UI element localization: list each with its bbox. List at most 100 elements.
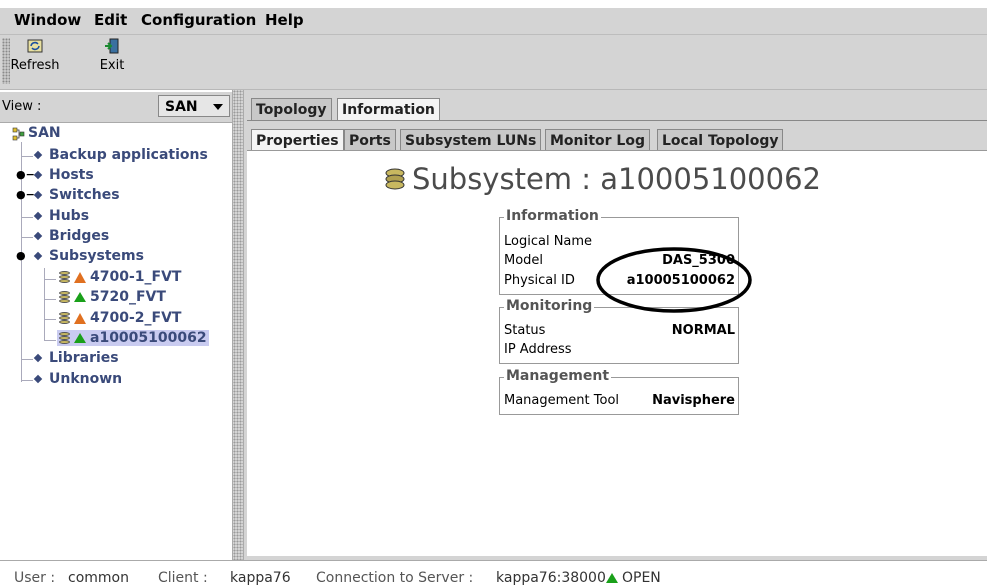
logical-name-label: Logical Name <box>504 234 593 249</box>
tree-item-backup-applications[interactable]: Backup applications <box>33 147 208 163</box>
status-bar: User : common Client : kappa76 Connectio… <box>0 560 987 588</box>
view-selector-row: View : SAN <box>0 92 232 123</box>
node-bullet-icon <box>33 374 43 383</box>
tree-item-label: Subsystems <box>49 248 144 264</box>
physical-id-label: Physical ID <box>504 273 575 288</box>
tree-connector <box>21 380 33 381</box>
tree-item-label: Switches <box>49 187 120 203</box>
management-tool-label: Management Tool <box>504 393 620 408</box>
tree-item-label: Hubs <box>49 208 90 224</box>
page-title: Subsystem : a10005100062 <box>412 162 821 196</box>
status-label: Status <box>504 323 546 338</box>
refresh-button[interactable]: Refresh <box>6 38 64 73</box>
disk-subsystem-icon <box>59 290 70 304</box>
tree-item-label: Backup applications <box>49 147 208 163</box>
tree-connector <box>21 359 33 360</box>
expand-toggle-icon[interactable]: ●− <box>16 168 35 181</box>
user-value: common <box>68 570 129 586</box>
tab-monitor-log[interactable]: Monitor Log <box>545 129 650 151</box>
exit-icon <box>105 38 119 54</box>
tree-connector <box>44 299 56 300</box>
status-value: NORMAL <box>671 323 735 338</box>
menu-help[interactable]: Help <box>265 11 304 29</box>
tree-item-label: Libraries <box>49 350 119 366</box>
highlight-ellipse <box>596 247 752 313</box>
expand-toggle-icon[interactable]: ●− <box>16 188 35 201</box>
view-select[interactable]: SAN <box>158 95 230 117</box>
tree-item-unknown[interactable]: Unknown <box>33 371 122 387</box>
menu-window[interactable]: Window <box>14 11 81 29</box>
san-network-icon <box>12 127 25 141</box>
tab-subsystem-luns[interactable]: Subsystem LUNs <box>400 129 542 151</box>
node-bullet-icon <box>33 150 43 159</box>
tree-connector <box>21 237 33 238</box>
management-legend: Management <box>504 368 612 384</box>
tree-item-label: 4700-2_FVT <box>90 310 182 326</box>
connection-ok-icon <box>606 573 618 583</box>
view-label: View : <box>2 99 42 114</box>
warning-icon <box>74 312 86 324</box>
menu-bar: Window Edit Configuration Help <box>0 8 987 35</box>
tree-connector <box>44 279 56 280</box>
menu-configuration[interactable]: Configuration <box>141 11 256 29</box>
node-bullet-icon <box>33 170 43 179</box>
tree-item-libraries[interactable]: Libraries <box>33 350 119 366</box>
disk-subsystem-icon <box>59 270 70 284</box>
tree-item-switches[interactable]: Switches <box>33 187 120 203</box>
tab-information[interactable]: Information <box>337 98 440 120</box>
monitoring-legend: Monitoring <box>504 298 595 314</box>
disk-subsystem-icon <box>59 331 70 345</box>
menu-edit[interactable]: Edit <box>94 11 127 29</box>
tree-item-hubs[interactable]: Hubs <box>33 208 89 224</box>
exit-button[interactable]: Exit <box>92 38 132 73</box>
tab-ports[interactable]: Ports <box>344 129 396 151</box>
status-ok-icon <box>74 333 86 343</box>
tree-item-bridges[interactable]: Bridges <box>33 228 109 244</box>
tree-item-label: 5720_FVT <box>90 289 166 305</box>
tree-item-label: 4700-1_FVT <box>90 269 182 285</box>
node-bullet-icon <box>33 190 43 199</box>
client-label: Client : <box>158 570 208 586</box>
node-bullet-icon <box>33 231 43 240</box>
disk-subsystem-icon <box>59 311 70 325</box>
user-label: User : <box>14 570 56 586</box>
view-select-value: SAN <box>165 99 198 115</box>
information-legend: Information <box>504 208 601 224</box>
tree-item-hosts[interactable]: Hosts <box>33 167 94 183</box>
tree-item-subsystem[interactable]: 4700-1_FVT <box>59 269 181 285</box>
pane-splitter[interactable] <box>232 90 244 560</box>
toolbar: Refresh Exit <box>0 35 987 90</box>
tree-item-label: Bridges <box>49 228 110 244</box>
node-bullet-icon <box>33 211 43 220</box>
tree-item-subsystems[interactable]: Subsystems <box>33 248 144 264</box>
tree-item-subsystem[interactable]: 5720_FVT <box>59 289 166 305</box>
chevron-down-icon <box>213 104 223 110</box>
status-ok-icon <box>74 292 86 302</box>
warning-icon <box>74 271 86 283</box>
connection-state: OPEN <box>622 570 661 586</box>
tree-item-subsystem[interactable]: 4700-2_FVT <box>59 310 181 326</box>
refresh-label: Refresh <box>10 58 60 73</box>
tree-root-san[interactable]: SAN <box>28 125 61 141</box>
disk-subsystem-icon <box>385 168 405 190</box>
collapse-toggle-icon[interactable]: ● <box>16 249 26 262</box>
tree-item-label: Unknown <box>49 371 123 387</box>
tree-item-label: Hosts <box>49 167 94 183</box>
node-bullet-icon <box>33 251 43 260</box>
exit-label: Exit <box>99 58 125 73</box>
management-tool-value: Navisphere <box>652 393 735 408</box>
client-value: kappa76 <box>230 570 291 586</box>
tree-item-label: a10005100062 <box>90 330 207 346</box>
tab-properties[interactable]: Properties <box>251 129 344 151</box>
tree-connector <box>21 156 33 157</box>
model-label: Model <box>504 253 544 268</box>
connection-label: Connection to Server : <box>316 570 474 586</box>
connection-value: kappa76:38000 <box>496 570 606 586</box>
tab-local-topology[interactable]: Local Topology <box>657 129 784 151</box>
ip-address-label: IP Address <box>504 342 572 357</box>
tree-connector <box>21 217 33 218</box>
tree-connector <box>44 319 56 320</box>
tab-topology[interactable]: Topology <box>251 98 332 120</box>
tree-item-subsystem-selected[interactable]: a10005100062 <box>57 330 209 346</box>
tree-connector <box>44 340 56 341</box>
